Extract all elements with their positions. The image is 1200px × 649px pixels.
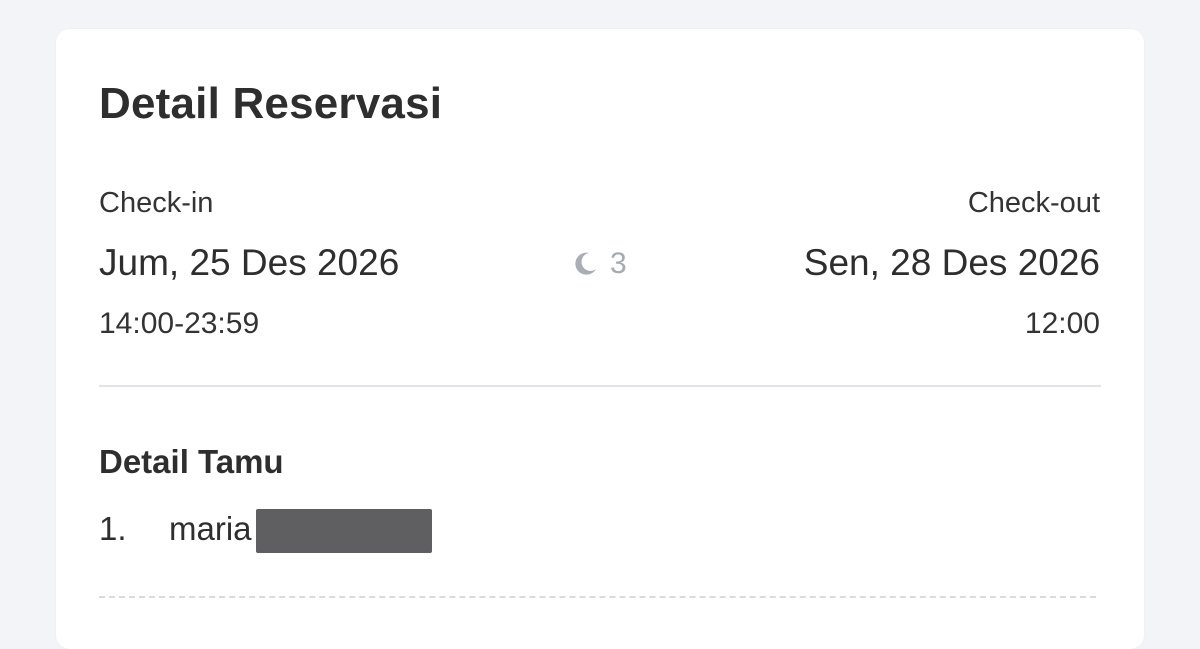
moon-icon bbox=[570, 249, 600, 279]
nights-count: 3 bbox=[610, 247, 627, 280]
redacted-block bbox=[255, 509, 432, 553]
guest-name: maria bbox=[169, 510, 252, 547]
section-divider bbox=[99, 385, 1101, 387]
checkin-time: 14:00-23:59 bbox=[99, 307, 260, 340]
reservation-card: Detail Reservasi Check-in Check-out Jum,… bbox=[56, 29, 1144, 649]
guest-list-item: 1. maria bbox=[99, 507, 432, 553]
page-title: Detail Reservasi bbox=[99, 79, 443, 128]
guest-index: 1. bbox=[99, 510, 127, 547]
checkout-label: Check-out bbox=[967, 187, 1100, 219]
checkout-time: 12:00 bbox=[1024, 307, 1100, 340]
checkout-date: Sen, 28 Des 2026 bbox=[803, 242, 1100, 283]
checkin-label: Check-in bbox=[99, 187, 214, 219]
checkin-date: Jum, 25 Des 2026 bbox=[99, 242, 400, 283]
nights-indicator: 3 bbox=[570, 247, 627, 281]
dashed-divider bbox=[99, 596, 1096, 598]
guest-section-title: Detail Tamu bbox=[99, 443, 284, 480]
